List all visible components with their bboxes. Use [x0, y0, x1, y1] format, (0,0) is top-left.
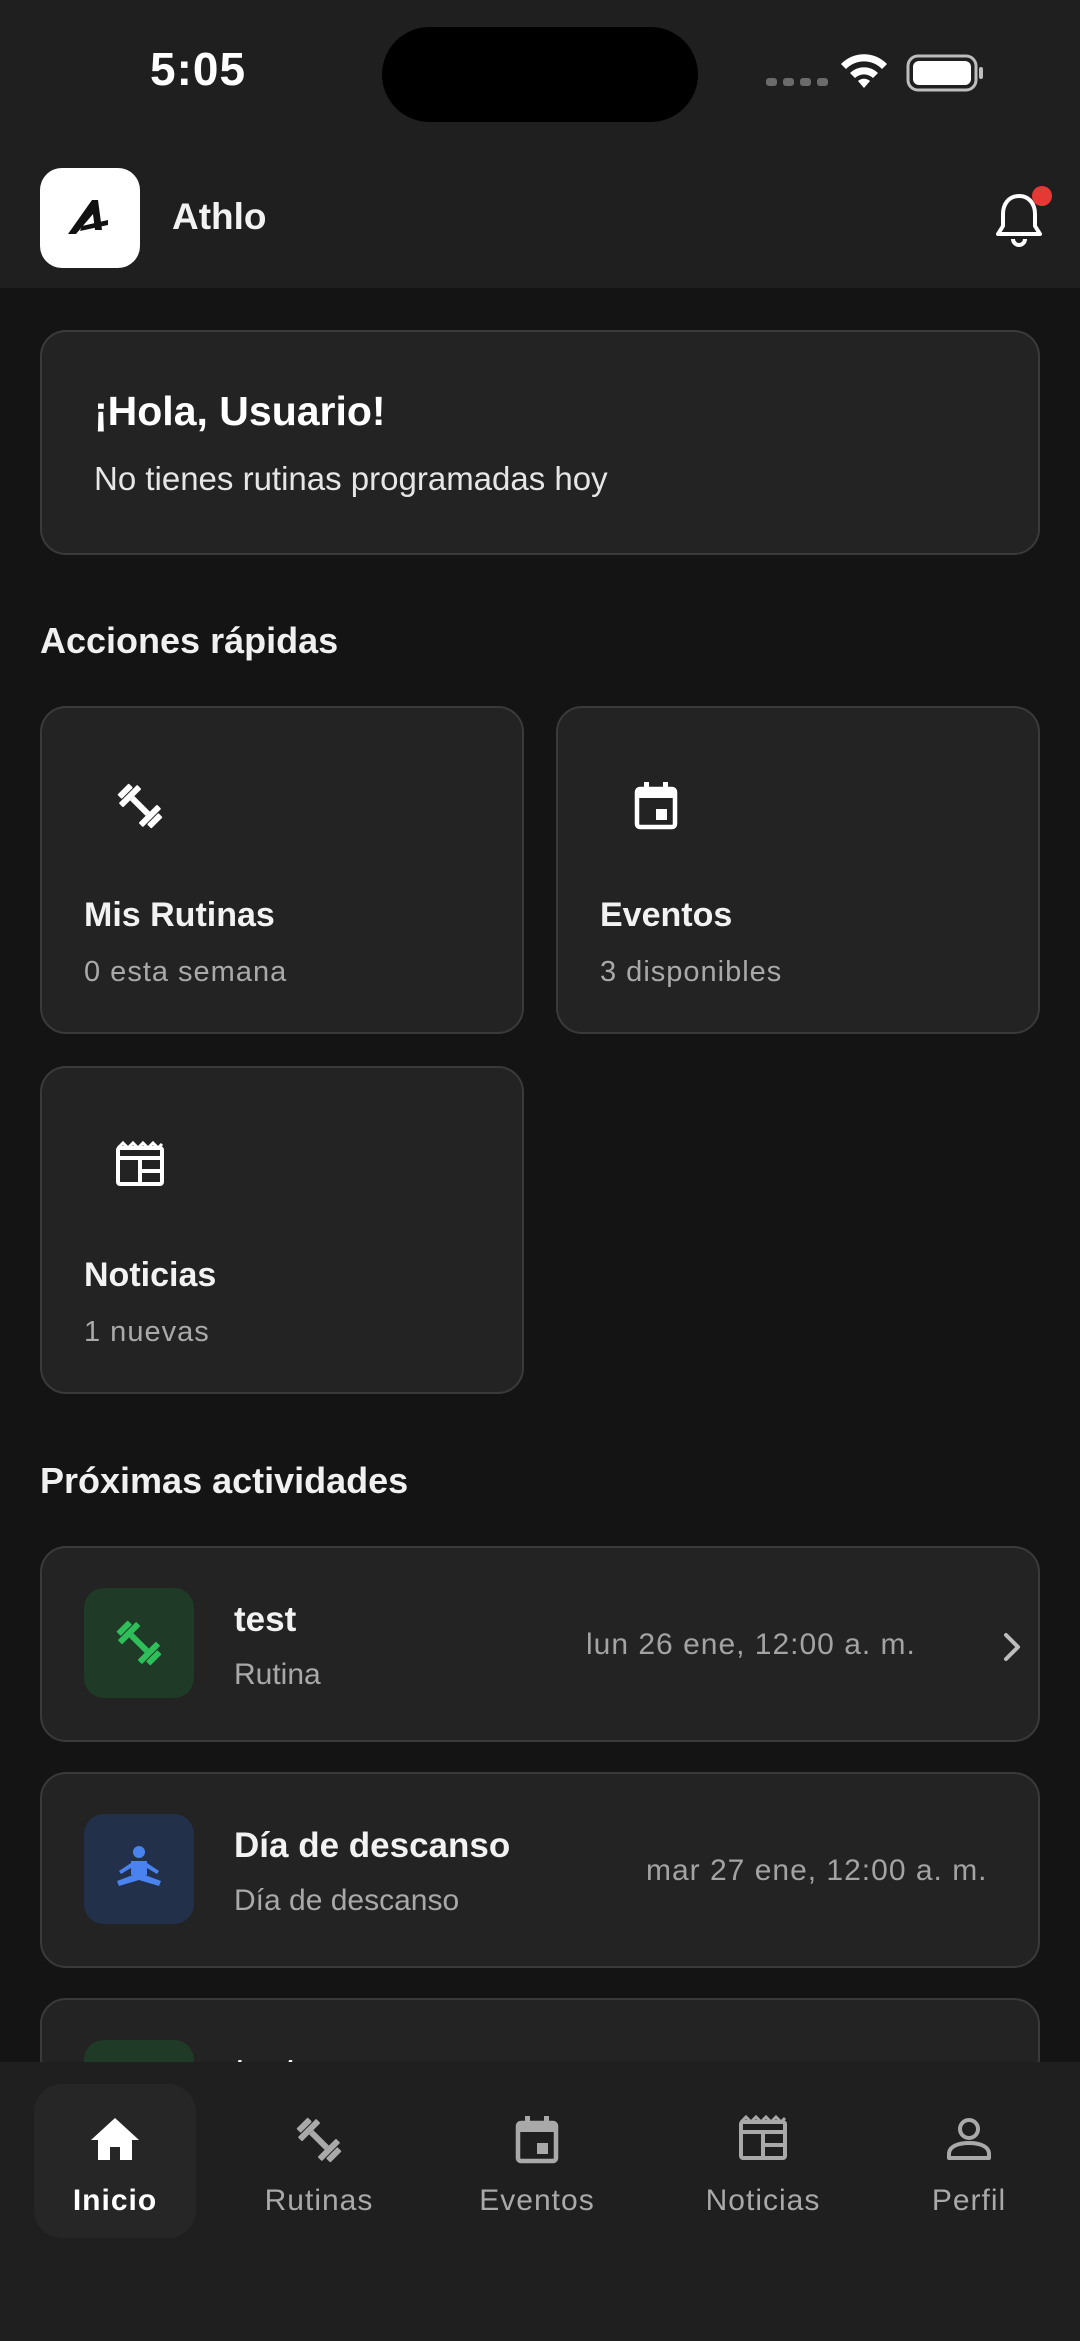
greeting-card: ¡Hola, Usuario! No tienes rutinas progra…	[40, 330, 1040, 555]
activity-title: test	[234, 1600, 297, 1639]
quick-action-title: Eventos	[600, 896, 733, 934]
newspaper-icon	[116, 1140, 164, 1186]
dumbbell-icon	[116, 1620, 162, 1666]
bottom-navigation: Inicio Rutinas Eventos Noticias Perfil	[0, 2062, 1080, 2341]
quick-action-title: Noticias	[84, 1256, 217, 1294]
quick-action-subtitle: 3 disponibles	[600, 956, 783, 988]
cellular-signal-icon	[766, 78, 828, 86]
activity-item[interactable]: Día de descanso Día de descanso mar 27 e…	[40, 1772, 1040, 1968]
status-time: 5:05	[150, 43, 247, 95]
activity-date: mar 27 ene, 12:00 a. m.	[646, 1854, 988, 1887]
quick-action-routines[interactable]: Mis Rutinas 0 esta semana	[40, 706, 524, 1034]
dynamic-island	[382, 27, 698, 122]
nav-item-inicio[interactable]: Inicio	[34, 2084, 196, 2238]
athlo-logo-icon	[68, 200, 108, 234]
app-logo[interactable]	[40, 168, 140, 268]
quick-action-title: Mis Rutinas	[84, 896, 275, 934]
quick-action-events[interactable]: Eventos 3 disponibles	[556, 706, 1040, 1034]
battery-icon	[906, 54, 983, 92]
nav-label: Inicio	[72, 2184, 158, 2217]
quick-actions-title: Acciones rápidas	[40, 620, 339, 661]
app-header: Athlo	[0, 140, 1080, 288]
activity-badge	[84, 1588, 194, 1698]
app-name: Athlo	[172, 196, 267, 237]
nav-item-noticias[interactable]: Noticias	[682, 2084, 844, 2238]
newspaper-icon	[739, 2114, 787, 2160]
activity-type: Rutina	[234, 1658, 321, 1691]
home-icon	[91, 2118, 139, 2160]
quick-action-subtitle: 1 nuevas	[84, 1316, 210, 1348]
greeting-subtitle: No tienes rutinas programadas hoy	[94, 460, 608, 497]
nav-label: Eventos	[479, 2184, 595, 2217]
wifi-icon	[841, 54, 887, 88]
status-bar: 5:05	[0, 0, 1080, 140]
nav-item-rutinas[interactable]: Rutinas	[238, 2084, 400, 2238]
nav-label: Perfil	[931, 2184, 1007, 2217]
activity-badge	[84, 1814, 194, 1924]
activity-title: Día de descanso	[234, 1826, 511, 1865]
calendar-icon	[515, 2116, 559, 2164]
activity-date: lun 26 ene, 12:00 a. m.	[586, 1628, 916, 1661]
chevron-right-icon	[1004, 1633, 1020, 1661]
quick-action-subtitle: 0 esta semana	[84, 956, 288, 988]
activity-item[interactable]: test Rutina lun 26 ene, 12:00 a. m.	[40, 1546, 1040, 1742]
nav-item-perfil[interactable]: Perfil	[888, 2084, 1050, 2238]
nav-label: Rutinas	[264, 2184, 374, 2217]
activity-type: Día de descanso	[234, 1884, 460, 1917]
notification-badge	[1032, 186, 1052, 206]
dumbbell-icon	[296, 2117, 342, 2163]
dumbbell-icon	[117, 783, 163, 829]
person-icon	[947, 2118, 991, 2160]
upcoming-activities-title: Próximas actividades	[40, 1460, 409, 1501]
nav-item-eventos[interactable]: Eventos	[456, 2084, 618, 2238]
greeting-title: ¡Hola, Usuario!	[94, 388, 386, 434]
meditation-icon	[117, 1846, 161, 1886]
home-screen: 5:05 Athlo ¡Hola, Usuario! No tienes rut…	[0, 0, 1080, 2341]
nav-label: Noticias	[705, 2184, 821, 2217]
quick-action-news[interactable]: Noticias 1 nuevas	[40, 1066, 524, 1394]
calendar-icon	[634, 782, 678, 830]
